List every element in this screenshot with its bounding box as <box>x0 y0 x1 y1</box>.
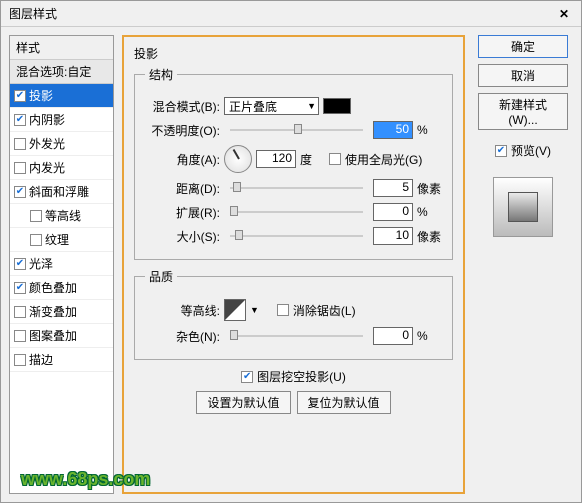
quality-legend: 品质 <box>145 268 177 285</box>
spread-label: 扩展(R): <box>145 204 220 221</box>
global-light-label: 使用全局光(G) <box>345 151 422 168</box>
titlebar: 图层样式 ✕ <box>1 1 581 27</box>
style-item-9[interactable]: 渐变叠加 <box>10 300 113 324</box>
style-checkbox[interactable] <box>14 138 26 150</box>
style-checkbox[interactable] <box>14 306 26 318</box>
style-item-0[interactable]: 投影 <box>10 84 113 108</box>
style-item-label: 图案叠加 <box>29 327 77 344</box>
set-default-button[interactable]: 设置为默认值 <box>196 391 290 414</box>
close-button[interactable]: ✕ <box>555 7 573 21</box>
noise-input[interactable]: 0 <box>373 327 413 345</box>
noise-unit: % <box>417 329 442 343</box>
distance-label: 距离(D): <box>145 180 220 197</box>
angle-label: 角度(A): <box>145 151 220 168</box>
style-item-label: 外发光 <box>29 135 65 152</box>
style-checkbox[interactable] <box>14 258 26 270</box>
angle-unit: 度 <box>300 151 325 168</box>
style-item-3[interactable]: 内发光 <box>10 156 113 180</box>
distance-slider[interactable] <box>230 187 363 189</box>
style-item-label: 内阴影 <box>29 111 65 128</box>
style-item-label: 描边 <box>29 351 53 368</box>
style-item-4[interactable]: 斜面和浮雕 <box>10 180 113 204</box>
style-checkbox[interactable] <box>14 354 26 366</box>
style-item-2[interactable]: 外发光 <box>10 132 113 156</box>
distance-input[interactable]: 5 <box>373 179 413 197</box>
size-unit: 像素 <box>417 228 442 245</box>
spread-input[interactable]: 0 <box>373 203 413 221</box>
cancel-button[interactable]: 取消 <box>478 64 568 87</box>
reset-default-button[interactable]: 复位为默认值 <box>297 391 391 414</box>
preview-checkbox[interactable] <box>495 145 507 157</box>
style-item-label: 投影 <box>29 87 53 104</box>
style-item-5[interactable]: 等高线 <box>10 204 113 228</box>
quality-group: 品质 等高线: ▼ 消除锯齿(L) 杂色(N): 0 % <box>134 268 453 360</box>
style-item-8[interactable]: 颜色叠加 <box>10 276 113 300</box>
spread-unit: % <box>417 205 442 219</box>
opacity-input[interactable]: 50 <box>373 121 413 139</box>
preview-swatch <box>493 177 553 237</box>
ok-button[interactable]: 确定 <box>478 35 568 58</box>
style-item-label: 等高线 <box>45 207 81 224</box>
blend-mode-select[interactable]: 正片叠底 ▼ <box>224 97 319 115</box>
noise-label: 杂色(N): <box>145 328 220 345</box>
knockout-label: 图层挖空投影(U) <box>257 368 346 385</box>
noise-slider[interactable] <box>230 335 363 337</box>
angle-dial[interactable] <box>224 145 252 173</box>
global-light-checkbox[interactable] <box>329 153 341 165</box>
style-checkbox[interactable] <box>30 234 42 246</box>
opacity-label: 不透明度(O): <box>145 122 220 139</box>
style-item-label: 内发光 <box>29 159 65 176</box>
style-checkbox[interactable] <box>14 186 26 198</box>
size-input[interactable]: 10 <box>373 227 413 245</box>
style-checkbox[interactable] <box>14 330 26 342</box>
style-item-6[interactable]: 纹理 <box>10 228 113 252</box>
spread-slider[interactable] <box>230 211 363 213</box>
watermark: www.68ps.com <box>21 469 150 490</box>
right-panel: 确定 取消 新建样式(W)... 预览(V) <box>473 35 573 494</box>
knockout-checkbox[interactable] <box>241 371 253 383</box>
styles-list: 样式 混合选项:自定 投影内阴影外发光内发光斜面和浮雕等高线纹理光泽颜色叠加渐变… <box>9 35 114 494</box>
style-checkbox[interactable] <box>30 210 42 222</box>
contour-picker[interactable] <box>224 299 246 321</box>
preview-label: 预览(V) <box>511 142 551 159</box>
size-label: 大小(S): <box>145 228 220 245</box>
section-title: 投影 <box>134 45 453 62</box>
structure-group: 结构 混合模式(B): 正片叠底 ▼ 不透明度(O): 50 % 角 <box>134 66 453 260</box>
style-checkbox[interactable] <box>14 114 26 126</box>
style-checkbox[interactable] <box>14 282 26 294</box>
structure-legend: 结构 <box>145 66 177 83</box>
style-item-label: 光泽 <box>29 255 53 272</box>
layer-style-dialog: 图层样式 ✕ 样式 混合选项:自定 投影内阴影外发光内发光斜面和浮雕等高线纹理光… <box>0 0 582 503</box>
settings-panel: 投影 结构 混合模式(B): 正片叠底 ▼ 不透明度(O): 50 % <box>122 35 465 494</box>
new-style-button[interactable]: 新建样式(W)... <box>478 93 568 130</box>
style-item-7[interactable]: 光泽 <box>10 252 113 276</box>
style-checkbox[interactable] <box>14 90 26 102</box>
style-item-label: 斜面和浮雕 <box>29 183 89 200</box>
style-item-10[interactable]: 图案叠加 <box>10 324 113 348</box>
antialias-label: 消除锯齿(L) <box>293 302 356 319</box>
style-item-label: 纹理 <box>45 231 69 248</box>
blend-options-header[interactable]: 混合选项:自定 <box>10 60 113 84</box>
shadow-color-swatch[interactable] <box>323 98 351 114</box>
styles-header: 样式 <box>10 36 113 60</box>
size-slider[interactable] <box>230 235 363 237</box>
style-item-label: 渐变叠加 <box>29 303 77 320</box>
opacity-slider[interactable] <box>230 129 363 131</box>
style-item-label: 颜色叠加 <box>29 279 77 296</box>
style-item-11[interactable]: 描边 <box>10 348 113 372</box>
contour-label: 等高线: <box>145 302 220 319</box>
style-item-1[interactable]: 内阴影 <box>10 108 113 132</box>
style-checkbox[interactable] <box>14 162 26 174</box>
dialog-title: 图层样式 <box>9 5 57 22</box>
angle-input[interactable]: 120 <box>256 150 296 168</box>
distance-unit: 像素 <box>417 180 442 197</box>
opacity-unit: % <box>417 123 442 137</box>
blend-mode-label: 混合模式(B): <box>145 98 220 115</box>
contour-dropdown-icon[interactable]: ▼ <box>250 305 259 315</box>
antialias-checkbox[interactable] <box>277 304 289 316</box>
dropdown-arrow-icon: ▼ <box>307 101 316 111</box>
